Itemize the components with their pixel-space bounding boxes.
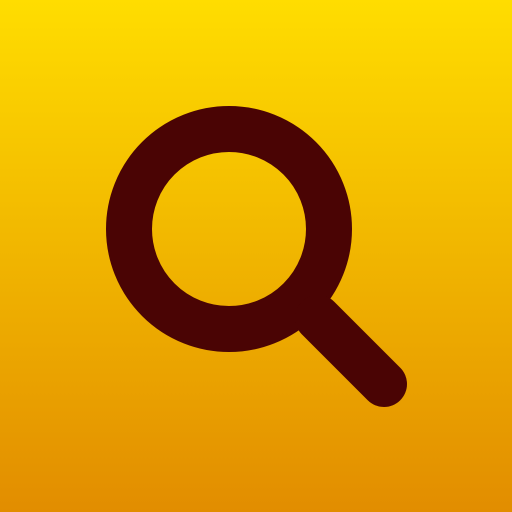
search-icon (0, 0, 512, 512)
icon-background (0, 0, 512, 512)
search-app-icon[interactable] (0, 0, 512, 512)
